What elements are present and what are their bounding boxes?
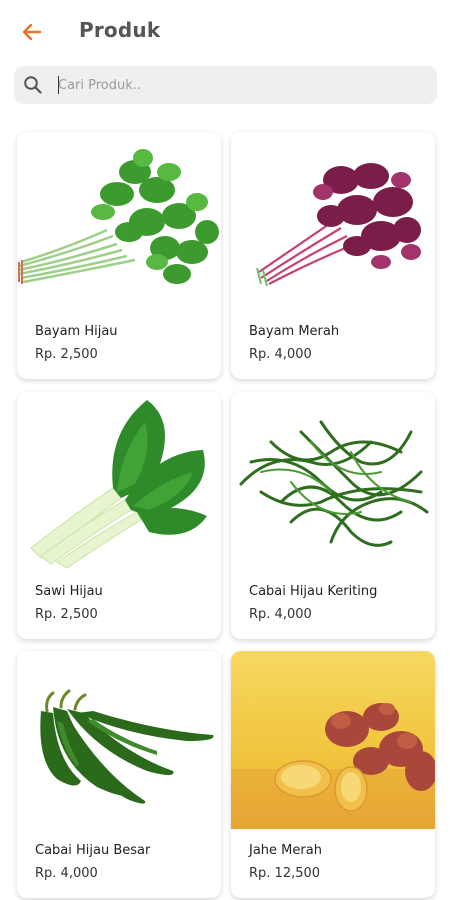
product-image-cabai-hijau-besar	[17, 651, 221, 829]
product-card[interactable]: Cabai Hijau Keriting Rp. 4,000	[231, 392, 435, 639]
product-image-cabai-hijau-keriting	[231, 392, 435, 570]
product-card[interactable]: Bayam Hijau Rp. 2,500	[17, 132, 221, 379]
product-image-jahe-merah	[231, 651, 435, 829]
product-image-bayam-merah	[231, 132, 435, 310]
product-card[interactable]: Sawi Hijau Rp. 2,500	[17, 392, 221, 639]
product-name: Jahe Merah	[249, 843, 322, 858]
product-name: Sawi Hijau	[35, 584, 103, 599]
product-card[interactable]: Jahe Merah Rp. 12,500	[231, 651, 435, 898]
product-grid: Bayam Hijau Rp. 2,500 Bayam Merah Rp. 4,	[0, 0, 450, 900]
product-image-sawi-hijau	[17, 392, 221, 570]
product-price: Rp. 4,000	[35, 866, 98, 881]
product-price: Rp. 4,000	[249, 347, 312, 362]
product-name: Cabai Hijau Besar	[35, 843, 151, 858]
product-price: Rp. 4,000	[249, 607, 312, 622]
product-price: Rp. 12,500	[249, 866, 321, 881]
product-price: Rp. 2,500	[35, 607, 98, 622]
product-image-bayam-hijau	[17, 132, 221, 310]
product-card[interactable]: Bayam Merah Rp. 4,000	[231, 132, 435, 379]
product-name: Cabai Hijau Keriting	[249, 584, 378, 599]
product-card[interactable]: Cabai Hijau Besar Rp. 4,000	[17, 651, 221, 898]
product-name: Bayam Hijau	[35, 324, 118, 339]
product-price: Rp. 2,500	[35, 347, 98, 362]
product-name: Bayam Merah	[249, 324, 340, 339]
